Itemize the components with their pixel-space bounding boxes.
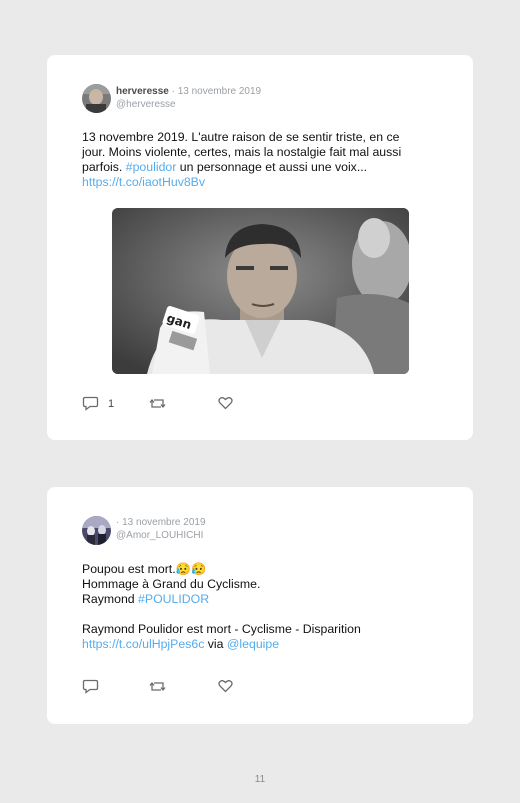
tweet-meta: · 13 novembre 2019 @Amor_LOUHICHI (116, 516, 206, 542)
retweet-icon (149, 398, 166, 409)
hashtag-link[interactable]: #POULIDOR (138, 592, 209, 606)
tweet-text: Poupou est mort.😥😥 Hommage à Grand du Cy… (82, 562, 442, 652)
tweet-url-link[interactable]: https://t.co/iaotHuv8Bv (82, 175, 442, 190)
author-name[interactable]: herveresse (116, 86, 169, 97)
tweet-card: herveresse · 13 novembre 2019 @herveress… (47, 55, 473, 440)
heart-icon (218, 397, 233, 410)
cyclist-portrait-photo[interactable]: gan (112, 208, 409, 374)
tweet-text-fragment: parfois. (82, 160, 126, 174)
tweet-url-link[interactable]: https://t.co/ulHpjPes6c (82, 637, 204, 651)
tweet-date[interactable]: · 13 novembre 2019 (116, 517, 206, 528)
tweet-text-line: Poupou est mort.😥😥 (82, 562, 207, 576)
avatar[interactable] (82, 84, 111, 113)
tweet-text-line: Raymond #POULIDOR (82, 592, 442, 607)
retweet-icon (149, 681, 166, 692)
hashtag-link[interactable]: #poulidor (126, 160, 177, 174)
heart-icon (218, 680, 233, 693)
author-handle[interactable]: @Amor_LOUHICHI (116, 529, 206, 542)
page-number: 11 (254, 774, 266, 785)
reply-button[interactable]: 1 (82, 396, 114, 411)
tweet-text-line: Raymond Poulidor est mort - Cyclisme - D… (82, 622, 361, 636)
tweet-text-fragment: via (204, 637, 227, 651)
tweet-actions (82, 679, 282, 695)
like-button[interactable] (218, 396, 233, 410)
tweet-text-line: https://t.co/ulHpjPes6c via @lequipe (82, 637, 442, 652)
tweet-text: 13 novembre 2019. L'autre raison de se s… (82, 130, 442, 190)
tweet-text-line: parfois. #poulidor un personnage et auss… (82, 160, 442, 175)
tweet-text-line: Hommage à Grand du Cyclisme. (82, 577, 261, 591)
retweet-button[interactable] (149, 396, 166, 411)
tweet-text-line: 13 novembre 2019. L'autre raison de se s… (82, 130, 400, 144)
tweet-card: · 13 novembre 2019 @Amor_LOUHICHI Poupou… (47, 487, 473, 724)
tweet-text-line: jour. Moins violente, certes, mais la no… (82, 145, 402, 159)
retweet-button[interactable] (149, 679, 166, 694)
like-button[interactable] (218, 679, 233, 693)
tweet-meta: herveresse · 13 novembre 2019 @herveress… (116, 85, 261, 111)
author-handle[interactable]: @herveresse (116, 98, 261, 111)
tweet-date[interactable]: · 13 novembre 2019 (169, 86, 262, 97)
tweet-text-fragment: Raymond (82, 592, 139, 606)
reply-icon (82, 679, 99, 694)
reply-icon (82, 396, 99, 411)
reply-button[interactable] (82, 679, 108, 694)
reply-count: 1 (108, 397, 115, 410)
tweet-text-fragment: un personnage et aussi une voix... (176, 160, 368, 174)
tweet-actions: 1 (82, 396, 282, 412)
avatar[interactable] (82, 516, 111, 545)
mention-link[interactable]: @lequipe (227, 637, 279, 651)
